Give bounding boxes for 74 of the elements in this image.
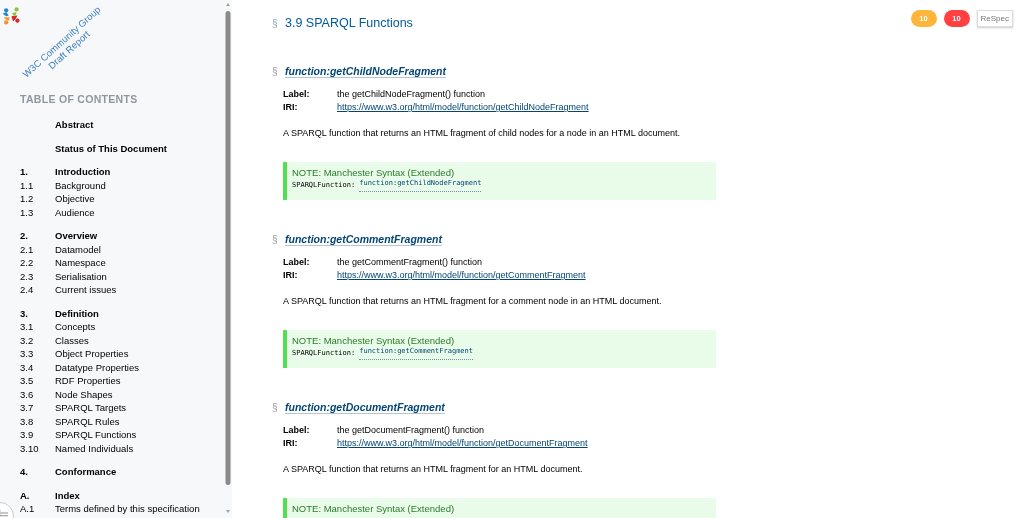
toc-link[interactable]: Named Individuals [55,441,134,455]
field-label: Label: [283,256,311,269]
toc-link[interactable]: Object Properties [55,347,129,361]
field-label: Label: [283,424,311,437]
function-heading[interactable]: function:getChildNodeFragment [285,65,446,78]
toc-link[interactable]: Node Shapes [55,387,113,401]
toc-number: 2.1 [20,242,35,256]
arrow-icon [0,509,9,517]
iri-link[interactable]: https://www.w3.org/html/model/function/getCommentFragment [337,269,586,282]
toc-link[interactable]: SPARQL Rules [55,414,120,428]
toc-link[interactable]: RDF Properties [55,374,121,388]
toc-link[interactable]: Namespace [55,256,106,270]
toc-link[interactable]: Classes [55,333,89,347]
field-value: the getChildNodeFragment() function [337,88,486,101]
iri-link[interactable]: https://www.w3.org/html/model/function/getChildNodeFragment [337,101,589,114]
toc-link[interactable]: Definition [55,306,99,320]
toc-number: 2.4 [20,283,35,297]
section-heading: 3.9 SPARQL Functions [285,15,413,32]
toc-number: 1.2 [20,192,35,206]
toc-link[interactable]: Terms defined by this specification [55,502,200,516]
field-label: IRI: [283,437,299,450]
toc-link[interactable]: Datatype Properties [55,360,139,374]
description-text: A SPARQL function that returns an HTML fragment for an HTML document. [283,463,584,476]
toc-number: 3.8 [20,414,35,428]
field-value: the getCommentFragment() function [337,256,483,269]
toc-number: A.1 [20,502,36,516]
community-logo-icon [1,6,20,25]
toc-link[interactable]: Conformance [55,465,117,479]
toc-number: 3.1 [20,320,35,334]
toc-link[interactable]: SPARQL Targets [55,401,127,415]
toc-number: 3.9 [20,428,35,442]
field-label: IRI: [283,101,299,114]
toc-link[interactable]: Serialisation [55,269,107,283]
toc-number: 3.6 [20,387,35,401]
toc-link[interactable]: SPARQL Functions [55,428,137,442]
toc-title: TABLE OF CONTENTS [20,92,139,106]
toc-number: 3.3 [20,347,35,361]
field-label: Label: [283,88,311,101]
toc-number: 3.7 [20,401,35,415]
toc-number: 3. [20,306,29,320]
note-title: NOTE: Manchester Syntax (Extended) [292,502,456,515]
toc-number: 3.5 [20,374,35,388]
toc-link[interactable]: Introduction [55,165,111,179]
toc-link[interactable]: Objective [55,192,95,206]
toc-number: 3.4 [20,360,35,374]
toc-link[interactable]: Overview [55,229,98,243]
toc-link[interactable]: Background [55,178,106,192]
toc-number: 1.3 [20,205,35,219]
toc-link[interactable]: Abstract [55,118,94,132]
note-title: NOTE: Manchester Syntax (Extended) [292,166,456,179]
description-text: A SPARQL function that returns an HTML fragment for a comment node in an HTML document. [283,295,663,308]
respec-button[interactable]: ReSpec [976,10,1013,27]
toc-number: 1. [20,165,29,179]
field-value: the getDocumentFragment() function [337,424,485,437]
toc-number: 2. [20,229,29,243]
toc-link[interactable]: Concepts [55,320,96,334]
toc-number: 1.1 [20,178,35,192]
toc-link[interactable]: Index [55,488,80,502]
description-text: A SPARQL function that returns an HTML fragment of child nodes for a node in an HTML document. [283,127,682,140]
toc-number: 3.10 [20,441,40,455]
toc-number: 3.2 [20,333,35,347]
toc-link[interactable]: Audience [55,205,95,219]
field-label: IRI: [283,269,299,282]
toc-number: A. [20,488,31,502]
toc-number: 2.3 [20,269,35,283]
toc-number: 4. [20,465,29,479]
iri-link[interactable]: https://www.w3.org/html/model/function/getDocumentFragment [337,437,588,450]
toc-link[interactable]: Current issues [55,283,117,297]
toc-link[interactable]: Status of This Document [55,141,167,155]
note-title: NOTE: Manchester Syntax (Extended) [292,334,456,347]
toc-number: 2.2 [20,256,35,270]
function-heading[interactable]: function:getCommentFragment [285,233,442,246]
toc-link[interactable]: Datamodel [55,242,101,256]
function-heading[interactable]: function:getDocumentFragment [285,401,445,414]
